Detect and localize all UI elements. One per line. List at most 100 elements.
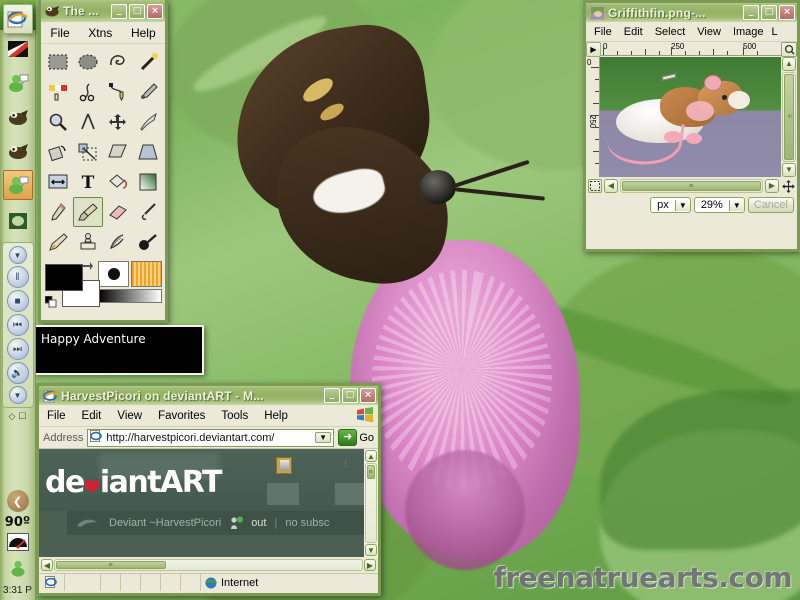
free-select-tool-icon[interactable] xyxy=(103,47,133,77)
taskbar-item-gimp[interactable] xyxy=(3,102,33,132)
gimp-image-menubar[interactable]: File Edit Select View Image L xyxy=(586,22,797,42)
menu-edit[interactable]: Edit xyxy=(618,24,649,40)
scroll-down-arrow[interactable]: ▼ xyxy=(365,544,377,556)
weather-gauge-icon[interactable] xyxy=(6,533,29,556)
gradient-tool-icon[interactable] xyxy=(133,167,163,197)
smudge-tool-icon[interactable] xyxy=(103,227,133,257)
shear-tool-icon[interactable] xyxy=(103,137,133,167)
address-url-text[interactable]: http://harvestpicori.deviantart.com/ xyxy=(106,432,312,444)
hscroll-track[interactable]: ≡ xyxy=(620,179,763,193)
rect-select-tool-icon[interactable] xyxy=(43,47,73,77)
page-horizontal-scrollbar[interactable]: ◀ ≡ ▶ xyxy=(39,557,378,573)
scale-tool-icon[interactable] xyxy=(73,137,103,167)
deviantart-navbar[interactable]: Deviant ~HarvestPicori out | no subsc xyxy=(67,511,378,535)
close-button[interactable]: × xyxy=(147,3,163,19)
address-dropdown-icon[interactable]: ▼ xyxy=(315,432,332,443)
menu-edit[interactable]: Edit xyxy=(74,408,110,424)
color-picker-tool-icon[interactable] xyxy=(133,77,163,107)
measure-tool-icon[interactable] xyxy=(73,107,103,137)
taskbar-item-msn-messenger[interactable] xyxy=(3,68,33,98)
menu-tools[interactable]: Tools xyxy=(213,408,256,424)
scroll-up-arrow[interactable]: ▲ xyxy=(365,450,377,462)
maximize-button[interactable]: □ xyxy=(761,5,777,20)
browser-window-buttons[interactable]: _ □ × xyxy=(324,388,376,403)
minimize-button[interactable]: _ xyxy=(111,3,127,19)
deviantart-logo[interactable]: de iantART xyxy=(45,465,223,500)
foreground-background-colors[interactable] xyxy=(44,261,100,309)
gimp-image-statusbar[interactable]: px ▼ 29% ▼ Cancel xyxy=(586,195,797,215)
media-prev-button[interactable]: ⏮ xyxy=(6,314,29,336)
chevron-down-icon[interactable]: ▼ xyxy=(674,199,690,211)
hscroll-thumb[interactable]: ≡ xyxy=(622,181,761,191)
media-player-panel[interactable]: ▼ ‖ ■ ⏮ ⏭ 🔊 ▼ xyxy=(1,242,34,408)
paths-tool-icon[interactable] xyxy=(103,77,133,107)
ellipse-select-tool-icon[interactable] xyxy=(73,47,103,77)
eraser-tool-icon[interactable] xyxy=(103,197,133,227)
page-hscroll-track[interactable]: ≡ xyxy=(54,559,363,571)
msn-person-icon[interactable] xyxy=(9,559,27,582)
user-online-icon[interactable] xyxy=(229,516,244,530)
taskbar-item-gimp-image[interactable] xyxy=(3,136,33,166)
fuzzy-select-tool-icon[interactable] xyxy=(133,47,163,77)
page-vscroll-thumb[interactable]: ≡ xyxy=(367,465,375,479)
rotate-tool-icon[interactable] xyxy=(43,137,73,167)
browser-menubar[interactable]: File Edit View Favorites Tools Help xyxy=(39,405,378,427)
scroll-up-arrow[interactable]: ▲ xyxy=(782,57,796,71)
menu-select[interactable]: Select xyxy=(649,24,692,40)
vscroll-track[interactable]: ≡ xyxy=(782,72,796,162)
address-input[interactable]: http://harvestpicori.deviantart.com/ ▼ xyxy=(87,428,335,447)
taskbar-item-paint-shop[interactable] xyxy=(3,34,33,64)
menu-arrow-icon[interactable]: ▶ xyxy=(586,42,601,57)
taskbar[interactable]: ▼ ‖ ■ ⏮ ⏭ 🔊 ▼ ◇ ☐ ❮ 90º 3:31 P xyxy=(0,0,36,600)
zoom-tool-icon[interactable] xyxy=(43,107,73,137)
reset-colors-icon[interactable] xyxy=(44,295,58,309)
zoom-combo[interactable]: 29% ▼ xyxy=(693,197,745,213)
browser-window[interactable]: HarvestPicori on deviantART - M... _ □ ×… xyxy=(36,383,381,596)
gimp-color-and-brush-area[interactable] xyxy=(41,257,165,313)
browser-page-content[interactable]: de iantART ! Deviant ~HarvestPicori out … xyxy=(39,449,378,557)
gimp-image-window[interactable]: Griffithfin.png-... _ □ × File Edit Sele… xyxy=(583,0,800,252)
align-tool-icon[interactable] xyxy=(133,107,163,137)
maximize-button[interactable]: □ xyxy=(342,388,358,403)
close-button[interactable]: × xyxy=(779,5,795,20)
menu-file[interactable]: File xyxy=(588,24,618,40)
page-vertical-scrollbar[interactable]: ▲ ≡ ▼ xyxy=(364,449,378,557)
dodge-burn-tool-icon[interactable] xyxy=(133,227,163,257)
browser-titlebar[interactable]: HarvestPicori on deviantART - M... _ □ × xyxy=(36,383,381,405)
minimize-button[interactable]: _ xyxy=(324,388,340,403)
media-menu-icon[interactable]: ▼ xyxy=(8,246,27,264)
scroll-left-arrow[interactable]: ◀ xyxy=(604,179,618,193)
brush-pattern-gradient-indicators[interactable] xyxy=(98,261,162,303)
da-swoosh-icon[interactable] xyxy=(75,516,101,530)
unit-combo[interactable]: px ▼ xyxy=(649,197,691,213)
menu-view[interactable]: View xyxy=(691,24,727,40)
canvas-image-mouse-drawing[interactable] xyxy=(600,57,781,177)
ink-tool-icon[interactable] xyxy=(43,227,73,257)
paintbrush-tool-icon[interactable] xyxy=(73,197,103,227)
gimp-image-window-buttons[interactable]: _ □ × xyxy=(743,5,795,20)
clone-tool-icon[interactable] xyxy=(73,227,103,257)
media-dock-buttons[interactable]: ◇ ☐ xyxy=(9,411,27,422)
menu-help[interactable]: Help xyxy=(123,24,164,42)
flip-tool-icon[interactable] xyxy=(43,167,73,197)
vertical-ruler[interactable]: 0 250 xyxy=(586,57,600,177)
deviation-thumb-icon[interactable] xyxy=(276,457,292,474)
taskbar-item-extra[interactable] xyxy=(3,206,33,236)
perspective-tool-icon[interactable] xyxy=(133,137,163,167)
menu-image[interactable]: Image xyxy=(727,24,770,40)
brush-indicator[interactable] xyxy=(98,261,129,287)
go-button[interactable]: ➜ Go xyxy=(338,429,374,446)
scroll-left-arrow[interactable]: ◀ xyxy=(41,559,53,571)
zoom-fit-icon[interactable] xyxy=(781,42,797,57)
media-restore-icon[interactable]: ◇ xyxy=(9,411,16,422)
gimp-toolbox-window-buttons[interactable]: _ □ × xyxy=(111,3,163,19)
scroll-right-arrow[interactable]: ▶ xyxy=(765,179,779,193)
system-tray[interactable]: ❮ 90º 3:31 P xyxy=(0,490,36,600)
swap-colors-icon[interactable] xyxy=(81,261,94,274)
browser-address-bar[interactable]: Address http://harvestpicori.deviantart.… xyxy=(39,427,378,449)
gimp-toolbox-window[interactable]: The ... _ □ × File Xtns Help T xyxy=(38,0,168,323)
menu-view[interactable]: View xyxy=(109,408,150,424)
foreground-color-swatch[interactable] xyxy=(45,264,83,291)
menu-help[interactable]: Help xyxy=(256,408,296,424)
airbrush-tool-icon[interactable] xyxy=(133,197,163,227)
